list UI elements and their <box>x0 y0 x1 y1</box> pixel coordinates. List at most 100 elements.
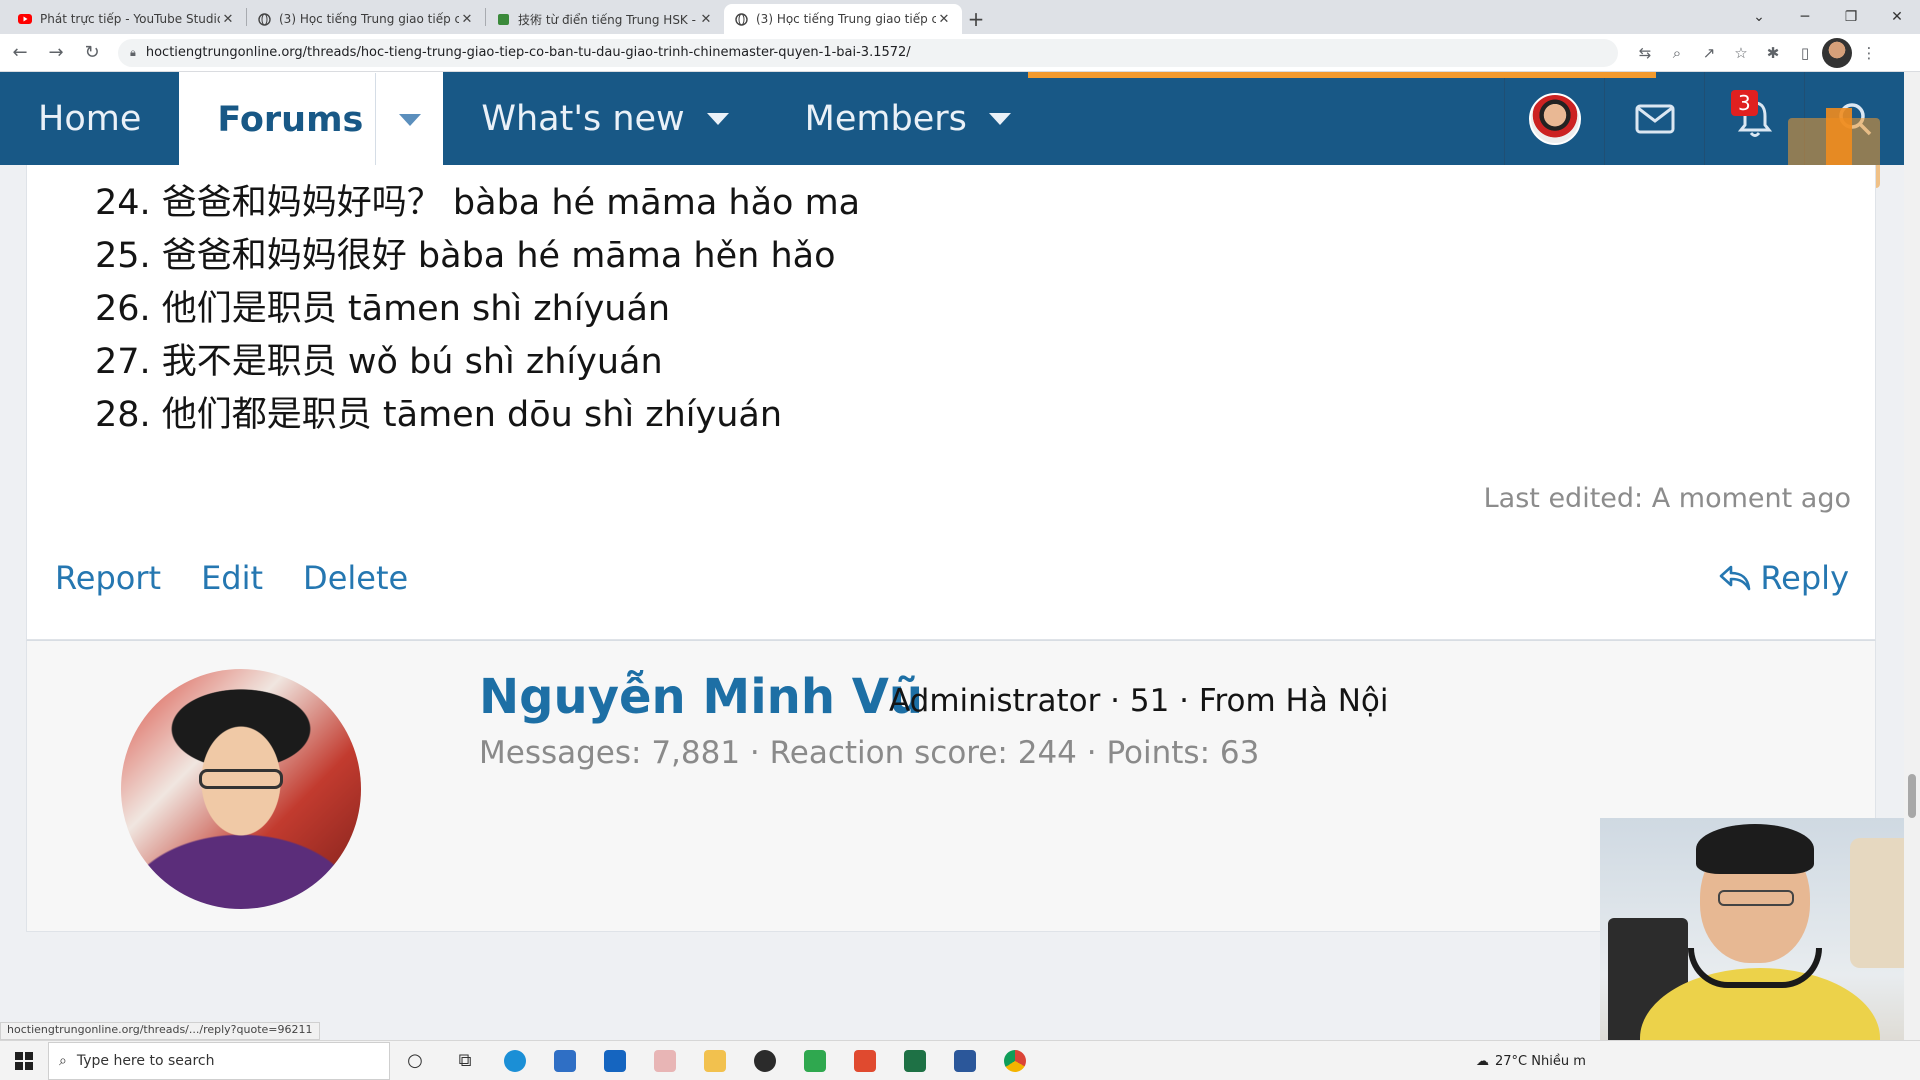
reply-button[interactable]: Reply <box>1718 559 1849 597</box>
back-icon[interactable]: ← <box>4 37 36 69</box>
vocab-line: 26. 他们是职员 tāmen shì zhíyuán <box>95 289 671 329</box>
url-text: hoctiengtrungonline.org/threads/hoc-tien… <box>145 45 911 60</box>
post-message: 24. 爸爸和妈妈好吗？ bàba hé māma hǎo ma 25. 爸爸和… <box>26 165 1876 640</box>
weather-icon: ☁ <box>1476 1053 1489 1069</box>
author-avatar[interactable] <box>121 669 361 909</box>
close-window-icon[interactable]: ✕ <box>1874 0 1920 34</box>
presenter-glasses <box>1718 890 1794 906</box>
edit-link[interactable]: Edit <box>201 559 263 597</box>
reply-icon <box>1720 565 1751 591</box>
recorder-icon[interactable] <box>840 1041 890 1080</box>
vocab-line: 28. 他们都是职员 tāmen dōu shì zhíyuán <box>95 395 783 435</box>
obs-icon[interactable] <box>740 1041 790 1080</box>
share-icon[interactable]: ↗ <box>1694 38 1724 68</box>
nav-home[interactable]: Home <box>0 72 179 165</box>
nav-whats-new[interactable]: What's new <box>443 72 766 165</box>
cortana-icon[interactable]: ○ <box>390 1041 440 1080</box>
task-view-icon[interactable]: ⧉ <box>440 1041 490 1080</box>
conversations-button[interactable] <box>1604 72 1704 165</box>
menu-icon[interactable]: ⋮ <box>1854 38 1884 68</box>
file-explorer-icon[interactable] <box>690 1041 740 1080</box>
author-stats-line: Messages: 7,881 · Reaction score: 244 · … <box>479 735 1260 771</box>
globe-icon <box>734 12 748 26</box>
avatar-glasses <box>199 769 283 789</box>
taskbar-search-placeholder: Type here to search <box>76 1052 215 1069</box>
camtasia-icon[interactable] <box>790 1041 840 1080</box>
edge-icon[interactable] <box>490 1041 540 1080</box>
scrollbar-thumb[interactable] <box>1908 774 1916 818</box>
zoom-icon[interactable]: ⌕ <box>1662 38 1692 68</box>
author-name-link[interactable]: Nguyễn Minh Vũ <box>479 669 923 725</box>
profile-avatar[interactable] <box>1822 37 1852 68</box>
chevron-down-icon[interactable] <box>988 112 1011 125</box>
vocab-line: 27. 我不是职员 wǒ bú shì zhíyuán <box>95 342 663 382</box>
nav-members[interactable]: Members <box>767 72 1049 165</box>
taskbar-search-box[interactable]: ⌕ Type here to search <box>48 1041 390 1080</box>
mail-icon[interactable] <box>590 1041 640 1080</box>
presenter-hair <box>1696 824 1814 874</box>
windows-taskbar: ⌕ Type here to search ○ ⧉ ☁ 27°C Nhiều m <box>0 1040 1920 1080</box>
forums-dropdown-toggle[interactable] <box>375 73 443 166</box>
translate-icon[interactable]: ⇆ <box>1630 38 1660 68</box>
lock-icon[interactable]: 🔒︎ <box>130 46 136 60</box>
address-bar[interactable]: 🔒︎ hoctiengtrungonline.org/threads/hoc-t… <box>118 38 1618 67</box>
start-button[interactable] <box>0 1041 48 1080</box>
notification-badge: 3 <box>1731 90 1758 116</box>
side-panel-icon[interactable]: ▯ <box>1790 38 1820 68</box>
user-avatar <box>1528 92 1581 145</box>
vocab-line: 25. 爸爸和妈妈很好 bàba hé māma hěn hǎo <box>95 236 836 276</box>
tab-title: Phát trực tiếp - YouTube Studio <box>40 12 220 26</box>
chrome-icon[interactable] <box>990 1041 1040 1080</box>
close-icon[interactable]: ✕ <box>459 12 475 27</box>
envelope-icon <box>1635 104 1674 133</box>
nav-members-label: Members <box>804 98 967 139</box>
delete-link[interactable]: Delete <box>303 559 408 597</box>
system-tray: ☁ 27°C Nhiều m <box>1476 1041 1586 1080</box>
new-tab-button[interactable]: + <box>962 4 990 34</box>
youtube-icon <box>18 12 32 26</box>
close-icon[interactable]: ✕ <box>698 12 714 27</box>
close-icon[interactable]: ✕ <box>220 12 236 27</box>
nav-forums-label: Forums <box>217 99 364 140</box>
nav-home-label: Home <box>38 98 142 139</box>
reload-icon[interactable]: ↻ <box>76 37 108 69</box>
browser-tab-forum[interactable]: (3) Học tiếng Trung giao tiếp cơ b ✕ <box>247 4 485 34</box>
page-loading-bar <box>1028 72 1656 78</box>
nav-whats-new-label: What's new <box>481 98 685 139</box>
window-controls: ⌄ ─ ❐ ✕ <box>1736 0 1920 34</box>
chevron-down-icon <box>398 113 421 126</box>
report-link[interactable]: Report <box>55 559 161 597</box>
globe-icon <box>257 12 271 26</box>
browser-tab-youtube-studio[interactable]: Phát trực tiếp - YouTube Studio ✕ <box>8 4 246 34</box>
account-menu[interactable] <box>1504 72 1604 165</box>
last-edited-text: Last edited: A moment ago <box>1483 483 1851 514</box>
minimize-icon[interactable]: ─ <box>1782 0 1828 34</box>
vocab-line: 24. 爸爸和妈妈好吗？ bàba hé māma hǎo ma <box>95 183 861 223</box>
nav-forums[interactable]: Forums <box>179 72 444 166</box>
browser-tab-dictionary[interactable]: 技術 từ điển tiếng Trung HSK - T ✕ <box>486 4 724 34</box>
excel-icon[interactable] <box>890 1041 940 1080</box>
tab-title: (3) Học tiếng Trung giao tiếp cơ b <box>756 12 936 26</box>
tab-title: 技術 từ điển tiếng Trung HSK - T <box>518 12 698 27</box>
bookmark-star-icon[interactable]: ☆ <box>1726 38 1756 68</box>
tab-title: (3) Học tiếng Trung giao tiếp cơ b <box>279 12 459 26</box>
chevron-down-icon[interactable] <box>706 112 729 125</box>
word-icon[interactable] <box>940 1041 990 1080</box>
dictionary-icon <box>496 12 510 26</box>
tab-search-icon[interactable]: ⌄ <box>1736 0 1782 34</box>
status-bar-url: hoctiengtrungonline.org/threads/.../repl… <box>0 1022 320 1040</box>
weather-text[interactable]: 27°C Nhiều m <box>1495 1054 1586 1069</box>
windows-logo-icon <box>15 1051 33 1070</box>
page-scrollbar[interactable] <box>1904 72 1920 1040</box>
restore-icon[interactable]: ❐ <box>1828 0 1874 34</box>
app-icon[interactable] <box>640 1041 690 1080</box>
browser-tab-strip: Phát trực tiếp - YouTube Studio ✕ (3) Họ… <box>0 0 1920 34</box>
store-icon[interactable] <box>540 1041 590 1080</box>
headphones <box>1688 948 1822 988</box>
browser-toolbar: ← → ↻ 🔒︎ hoctiengtrungonline.org/threads… <box>0 34 1920 72</box>
extensions-icon[interactable]: ✱ <box>1758 38 1788 68</box>
search-icon: ⌕ <box>59 1052 67 1069</box>
close-icon[interactable]: ✕ <box>936 12 952 27</box>
forward-icon[interactable]: → <box>40 37 72 69</box>
browser-tab-forum-active[interactable]: (3) Học tiếng Trung giao tiếp cơ b ✕ <box>724 4 962 34</box>
